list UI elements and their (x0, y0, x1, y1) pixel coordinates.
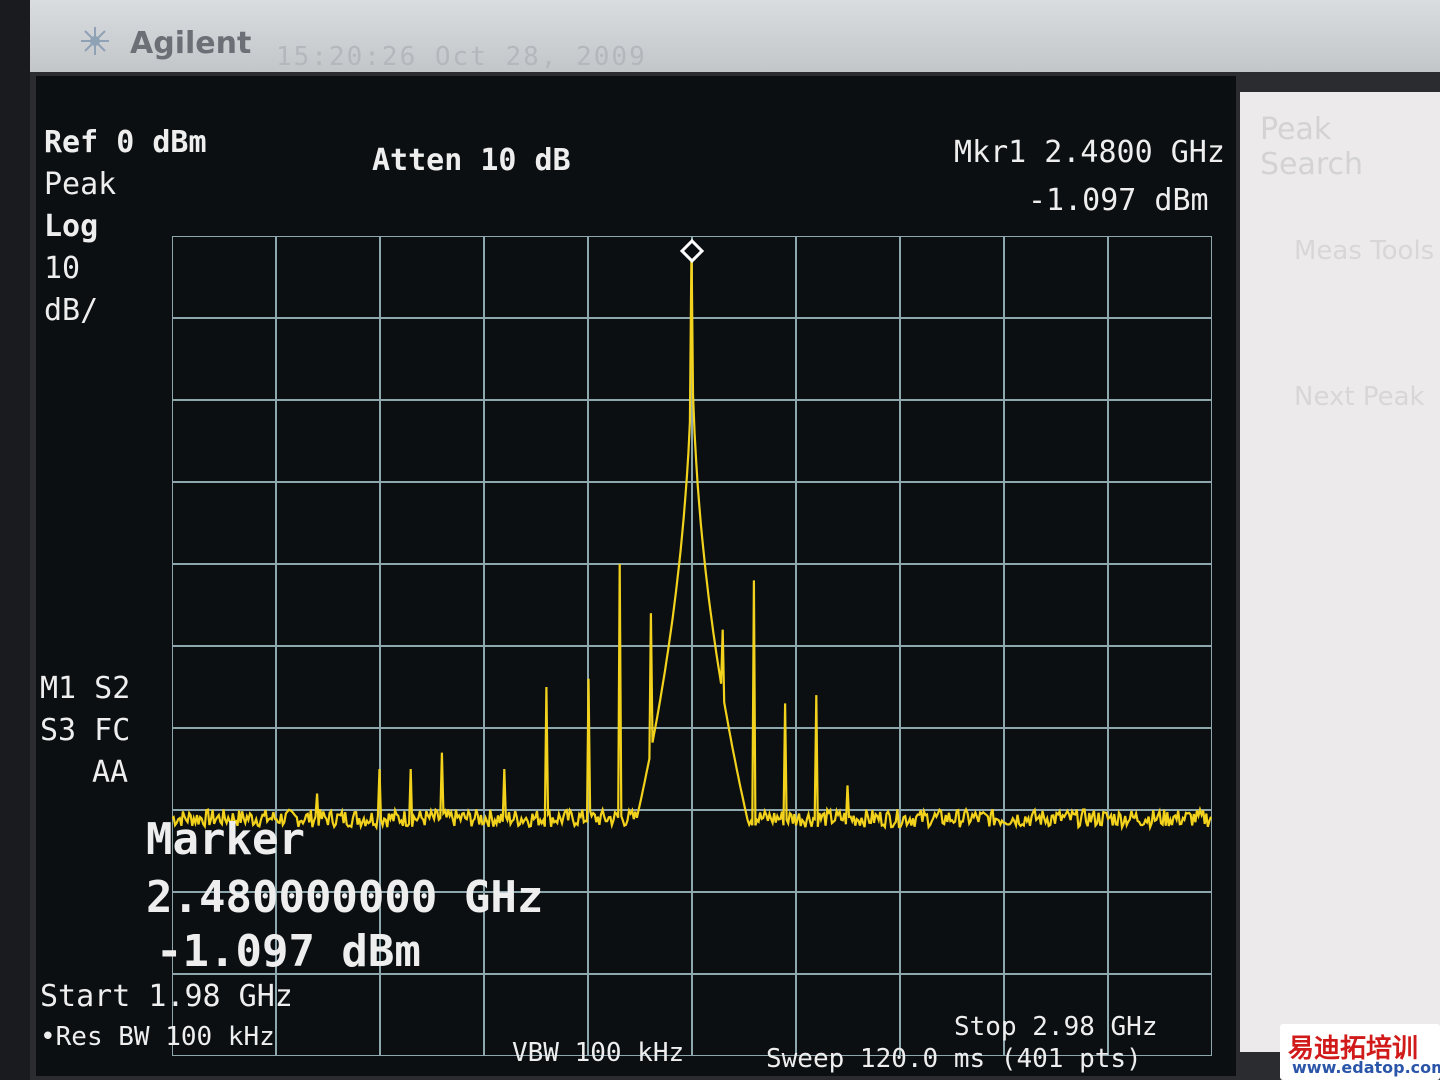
marker-diamond (679, 238, 705, 264)
scale-value: 10 (44, 251, 81, 286)
softkey-panel: Peak Search Meas Tools Next Peak (1240, 92, 1440, 1052)
sweep-time: Sweep 120.0 ms (401 pts) (766, 1044, 1142, 1074)
title-bar: Agilent 15:20:26 Oct 28, 2009 (30, 0, 1440, 72)
softkey-next-peak[interactable]: Next Peak (1294, 382, 1425, 412)
monitor-bezel (0, 0, 30, 1080)
resolution-bandwidth: •Res BW 100 kHz (40, 1022, 275, 1052)
scale-unit: dB/ (44, 293, 99, 328)
marker-layer (679, 238, 705, 264)
scale-type: Log (44, 209, 99, 244)
softkey-meas-tools[interactable]: Meas Tools (1294, 236, 1434, 266)
watermark-url: www.edatop.com (1292, 1058, 1440, 1077)
detector-mode: Peak (44, 167, 117, 202)
softkey-menu-title: Peak Search (1260, 112, 1364, 182)
flags-line-1: M1 S2 (40, 671, 131, 706)
analyzer-screen: Ref 0 dBm Peak Log 10 dB/ Atten 10 dB Mk… (36, 76, 1236, 1076)
stop-frequency: Stop 2.98 GHz (954, 1012, 1158, 1042)
marker-header: Mkr1 2.4800 GHz (954, 135, 1225, 170)
attenuation: Atten 10 dB (372, 143, 571, 178)
ref-level: Ref 0 dBm (44, 125, 207, 160)
start-frequency: Start 1.98 GHz (40, 979, 293, 1014)
datetime-label: 15:20:26 Oct 28, 2009 (276, 42, 647, 72)
marker-header-amplitude: -1.097 dBm (1028, 183, 1209, 218)
flags-line-3: AA (92, 755, 129, 790)
marker-readout-amplitude: -1.097 dBm (156, 926, 421, 977)
brand-label: Agilent (130, 26, 252, 61)
marker-readout-frequency: 2.480000000 GHz (146, 872, 544, 923)
watermark: 易迪拓培训 www.edatop.com (1280, 1024, 1440, 1080)
marker-readout-title: Marker (146, 814, 305, 865)
flags-line-2: S3 FC (40, 713, 131, 748)
agilent-logo-icon (81, 27, 109, 55)
video-bandwidth: VBW 100 kHz (512, 1038, 685, 1068)
